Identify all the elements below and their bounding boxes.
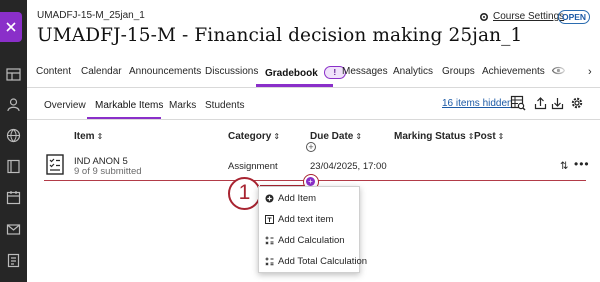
sort-icon: ⇕ <box>273 132 281 141</box>
tab-calendar[interactable]: Calendar <box>81 66 122 77</box>
column-category-label: Category <box>228 131 272 142</box>
item-category: Assignment <box>228 161 278 172</box>
messages-icon[interactable] <box>6 222 21 237</box>
items-hidden-link[interactable]: 16 items hidden <box>442 98 513 109</box>
text-item-icon <box>265 215 274 224</box>
item-submitted-count: 9 of 9 submitted <box>74 166 142 177</box>
tab-achievements[interactable]: Achievements <box>482 66 545 77</box>
step-callout: 1 <box>228 177 261 210</box>
tab-gradebook-label: Gradebook <box>265 68 318 79</box>
add-menu: Add Item Add text item Add Calculation A… <box>258 186 367 273</box>
close-icon <box>6 22 16 32</box>
grid-search-icon[interactable] <box>510 95 526 111</box>
nav-rail <box>0 0 27 282</box>
tabs-fade <box>545 59 585 85</box>
menu-add-calculation-label: Add Calculation <box>278 235 345 246</box>
column-header-due-date[interactable]: Due Date ⇕ <box>310 131 362 142</box>
menu-add-text-item[interactable]: Add text item <box>265 214 333 225</box>
tab-messages[interactable]: Messages <box>342 66 388 77</box>
calculation-icon <box>265 236 274 245</box>
course-status-badge[interactable]: OPEN <box>558 10 590 24</box>
subtab-divider <box>27 119 600 120</box>
download-icon[interactable] <box>551 96 564 110</box>
tab-discussions[interactable]: Discussions <box>205 66 258 77</box>
tab-content[interactable]: Content <box>36 66 71 77</box>
menu-add-item[interactable]: Add Item <box>265 193 316 204</box>
column-due-date-label: Due Date <box>310 131 354 142</box>
more-options-icon[interactable]: ••• <box>574 157 590 171</box>
sort-icon: ⇕ <box>355 132 363 141</box>
upload-icon[interactable] <box>534 96 547 110</box>
tab-announcements[interactable]: Announcements <box>129 66 201 77</box>
globe-icon[interactable] <box>6 128 21 143</box>
subtab-students[interactable]: Students <box>205 100 244 111</box>
tabs-divider <box>27 87 600 88</box>
sort-icon: ⇕ <box>497 132 505 141</box>
grades-icon[interactable] <box>6 253 21 268</box>
sort-icon: ⇕ <box>96 132 104 141</box>
item-due-date: 23/04/2025, 17:00 <box>310 161 387 172</box>
page-title: UMADFJ-15-M - Financial decision making … <box>37 25 523 46</box>
column-header-item[interactable]: Item ⇕ <box>74 131 103 142</box>
reorder-icon[interactable]: ⇅ <box>560 161 568 172</box>
course-settings-link[interactable]: Course Settings <box>479 11 564 22</box>
plus-icon: + <box>306 177 315 186</box>
column-post-label: Post <box>474 131 496 142</box>
plus-circle-icon <box>265 194 274 203</box>
profile-icon[interactable] <box>6 97 21 112</box>
close-course-button[interactable] <box>0 12 22 42</box>
tab-analytics[interactable]: Analytics <box>393 66 433 77</box>
subtab-overview[interactable]: Overview <box>44 100 86 111</box>
assignment-icon <box>46 154 64 175</box>
calendar-icon[interactable] <box>6 190 21 205</box>
courses-icon[interactable] <box>6 159 21 174</box>
tab-groups[interactable]: Groups <box>442 66 475 77</box>
course-code: UMADFJ-15-M_25jan_1 <box>37 10 145 21</box>
column-item-label: Item <box>74 131 95 142</box>
total-calculation-icon <box>265 257 274 266</box>
settings-gear-icon[interactable] <box>570 96 584 110</box>
institution-icon[interactable] <box>6 67 21 82</box>
add-item-above-button[interactable]: + <box>306 142 316 152</box>
menu-add-text-item-label: Add text item <box>278 214 334 225</box>
gear-icon <box>479 12 489 21</box>
column-header-post[interactable]: Post ⇕ <box>474 131 504 142</box>
subtab-markable-items[interactable]: Markable Items <box>95 100 163 111</box>
menu-add-total-calculation[interactable]: Add Total Calculation <box>265 256 367 267</box>
tab-gradebook[interactable]: Gradebook! <box>265 66 346 79</box>
menu-add-total-calculation-label: Add Total Calculation <box>278 256 368 267</box>
course-settings-label: Course Settings <box>493 11 565 22</box>
column-header-marking-status[interactable]: Marking Status ⇕ <box>394 131 474 142</box>
subtab-marks[interactable]: Marks <box>169 100 196 111</box>
column-header-category[interactable]: Category ⇕ <box>228 131 280 142</box>
menu-add-item-label: Add Item <box>278 193 317 204</box>
tabs-scroll-right-icon[interactable]: › <box>588 66 592 78</box>
menu-add-calculation[interactable]: Add Calculation <box>265 235 345 246</box>
column-marking-status-label: Marking Status <box>394 131 466 142</box>
